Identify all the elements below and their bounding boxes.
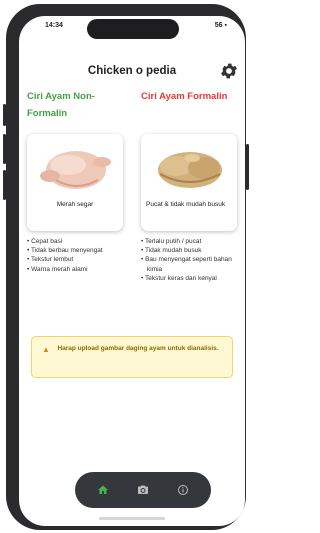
status-indicators: 56 ▪ <box>214 22 227 29</box>
side-button <box>246 144 249 190</box>
non-formalin-traits: • Cepat basi • Tidak berbau menyengat • … <box>27 237 123 274</box>
side-button <box>3 170 6 200</box>
list-item: • Terlalu putih / pucat <box>141 238 202 245</box>
phone-frame: 14:34 56 ▪ Chicken o pedia Ciri Ayam Non… <box>3 4 249 530</box>
formalin-column: Ciri Ayam Formalin Pucat & tidak mudah b… <box>141 88 237 283</box>
home-indicator <box>99 517 165 520</box>
formalin-traits: • Terlalu putih / pucat • Tidak mudah bu… <box>141 237 237 283</box>
bottom-nav <box>75 472 211 508</box>
app-header: Chicken o pedia <box>19 60 245 82</box>
non-formalin-column: Ciri Ayam Non-Formalin Merah segar • Cep… <box>27 88 123 274</box>
formalin-heading: Ciri Ayam Formalin <box>141 91 228 102</box>
list-item: • Bau menyengat seperti bahan kimia <box>141 256 232 273</box>
fresh-chicken-image <box>32 140 118 194</box>
gear-icon[interactable] <box>219 61 239 81</box>
list-item: • Cepat basi <box>27 238 63 245</box>
side-button <box>3 134 6 164</box>
status-time: 14:34 <box>45 22 63 29</box>
upload-warning-banner: ▲ Harap upload gambar daging ayam untuk … <box>31 336 233 378</box>
info-icon[interactable] <box>173 480 193 500</box>
dynamic-island <box>87 19 179 39</box>
formalin-chicken-image <box>146 140 232 194</box>
non-formalin-card: Merah segar <box>27 134 123 231</box>
page-title: Chicken o pedia <box>87 65 177 77</box>
camera-icon[interactable] <box>133 480 153 500</box>
formalin-card-caption: Pucat & tidak mudah busuk <box>146 201 226 208</box>
side-button <box>3 104 6 126</box>
list-item: • Tidak berbau menyengat <box>27 247 103 255</box>
non-formalin-heading: Ciri Ayam Non-Formalin <box>27 91 95 119</box>
app-screen: 14:34 56 ▪ Chicken o pedia Ciri Ayam Non… <box>19 16 245 526</box>
list-item: • Tekstur lembut <box>27 256 74 264</box>
non-formalin-card-caption: Merah segar <box>56 201 94 208</box>
list-item: • Tekstur keras dan kenyal <box>141 274 217 282</box>
list-item: • Warna merah alami <box>27 265 88 273</box>
formalin-card: Pucat & tidak mudah busuk <box>141 134 237 231</box>
warning-text: Harap upload gambar daging ayam untuk di… <box>57 345 219 352</box>
list-item: • Tidak mudah busuk <box>141 247 202 255</box>
home-icon[interactable] <box>93 480 113 500</box>
warning-icon: ▲ <box>42 345 50 354</box>
